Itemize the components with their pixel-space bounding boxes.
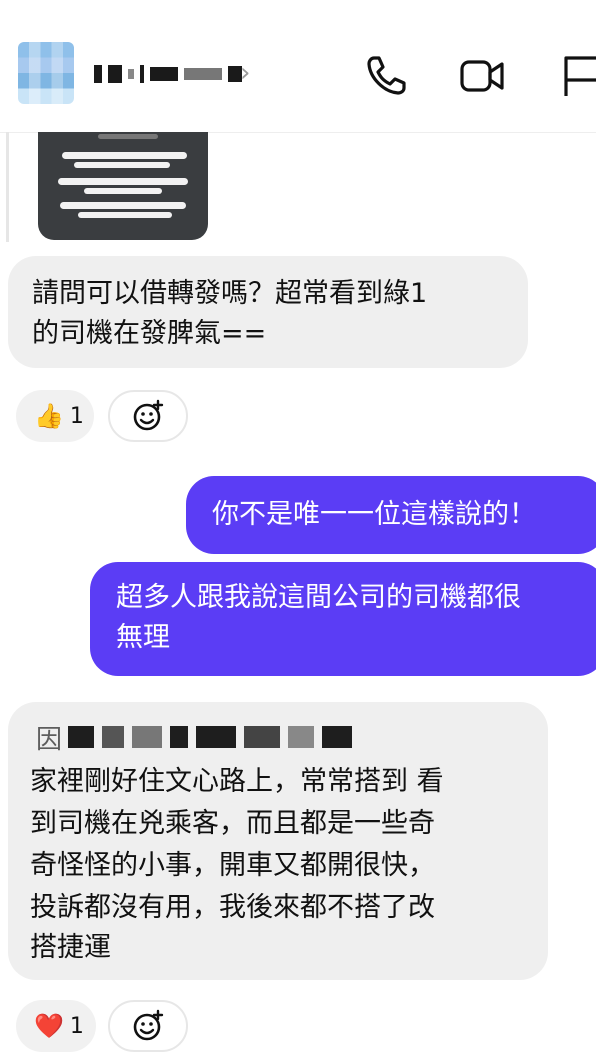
message-line: 到司機在兇乘客，而且都是一些奇 <box>30 808 435 839</box>
message-line: 家裡剛好住文心路上，常常搭到 看 <box>30 766 444 797</box>
reaction-count: 1 <box>69 403 84 429</box>
flag-icon[interactable] <box>558 52 596 100</box>
add-reaction-button[interactable] <box>108 390 188 442</box>
message-line: 奇怪怪的小事，開車又都開很快， <box>30 850 435 881</box>
outgoing-message-bubble[interactable]: 你不是唯一一位這樣說的！ <box>186 476 596 554</box>
heart-icon: ❤️ <box>34 1012 64 1040</box>
video-camera-icon[interactable] <box>458 52 506 100</box>
incoming-message-bubble[interactable]: 請問可以借轉發嗎？超常看到綠1 的司機在發脾氣== <box>8 256 528 368</box>
outgoing-message-bubble[interactable]: 超多人跟我說這間公司的司機都很 無理 <box>90 562 596 676</box>
shared-image[interactable] <box>38 132 208 240</box>
phone-icon[interactable] <box>362 52 410 100</box>
thumbs-up-icon: 👍 <box>34 402 64 430</box>
message-line: 請問可以借轉發嗎？超常看到綠1 <box>32 278 428 309</box>
message-line: 的司機在發脾氣== <box>32 318 267 349</box>
chevron-right-icon[interactable]: › <box>240 58 250 88</box>
add-reaction-button[interactable] <box>108 1000 188 1052</box>
add-reaction-icon <box>133 1009 164 1041</box>
message-line: 搭捷運 <box>30 932 111 963</box>
reply-stripe <box>6 132 9 242</box>
reaction-thumbs-up[interactable]: 👍 1 <box>16 390 94 442</box>
redacted-text: 因 <box>36 720 356 755</box>
reaction-count: 1 <box>69 1013 84 1039</box>
message-line: 你不是唯一一位這樣說的！ <box>212 499 536 530</box>
add-reaction-icon <box>133 399 164 431</box>
avatar[interactable] <box>18 42 74 104</box>
message-line: 投訴都沒有用，我後來都不搭了改 <box>30 892 435 923</box>
message-line: 超多人跟我說這間公司的司機都很 <box>116 582 521 613</box>
reaction-heart[interactable]: ❤️ 1 <box>16 1000 96 1052</box>
chat-header: › <box>0 0 596 133</box>
message-line: 無理 <box>116 622 170 653</box>
contact-name-redacted[interactable] <box>94 63 242 85</box>
message-line: 因 <box>36 724 65 755</box>
